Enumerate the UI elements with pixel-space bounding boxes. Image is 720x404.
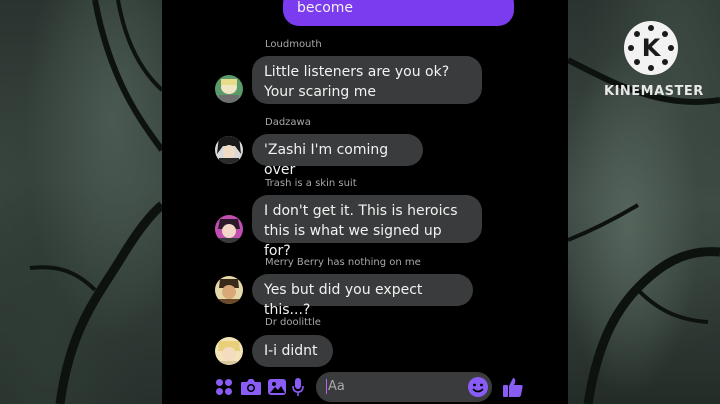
message-bubble[interactable]: I don't get it. This is heroics this is … [252,195,482,259]
sender-name: Trash is a skin suit [265,178,357,189]
image-icon[interactable] [266,376,288,398]
sender-name: Loudmouth [265,39,322,50]
message-bubble[interactable]: Yes but did you expect this...? [252,274,473,318]
message-bubble[interactable]: Little listeners are you ok? Your scarin… [252,56,482,104]
message-input-placeholder: Aa [328,379,345,394]
message-line: I don't get it. This is heroics [264,203,458,219]
avatar[interactable] [215,136,243,164]
microphone-icon[interactable] [290,376,306,398]
kinemaster-logo-icon: K [624,21,678,75]
message-line: Little listeners are you ok? [264,64,450,80]
camera-icon[interactable] [240,376,262,398]
message-line: Yes but did you expect this...? [264,282,423,318]
sender-name: Dr doolittle [265,317,321,328]
message-bubble[interactable]: 'Zashi I'm coming over [252,134,423,178]
sender-name: Dadzawa [265,117,311,128]
message-line: I-i didnt [264,343,318,359]
sent-message-text: become [297,0,354,16]
left-backdrop [0,0,162,404]
kinemaster-logo-letter: K [642,34,662,62]
avatar[interactable] [215,75,243,103]
text-caret [326,379,327,394]
message-line: 'Zashi I'm coming over [264,142,389,178]
emoji-icon[interactable] [466,375,490,399]
message-line: this is what we signed up for? [264,223,442,259]
sent-message-bubble[interactable]: become [283,0,514,26]
thumbs-up-icon[interactable] [501,374,525,400]
sender-name: Merry Berry has nothing on me [265,257,421,268]
message-bubble[interactable]: I-i didnt [252,335,333,367]
avatar[interactable] [215,337,243,365]
avatar[interactable] [215,215,243,243]
kinemaster-watermark: KINEMASTER [604,84,704,99]
chat-window: become Loudmouth Little listeners are yo… [162,0,568,404]
grid-icon[interactable] [214,377,234,397]
avatar[interactable] [215,276,243,304]
message-line: Your scaring me [264,84,377,100]
